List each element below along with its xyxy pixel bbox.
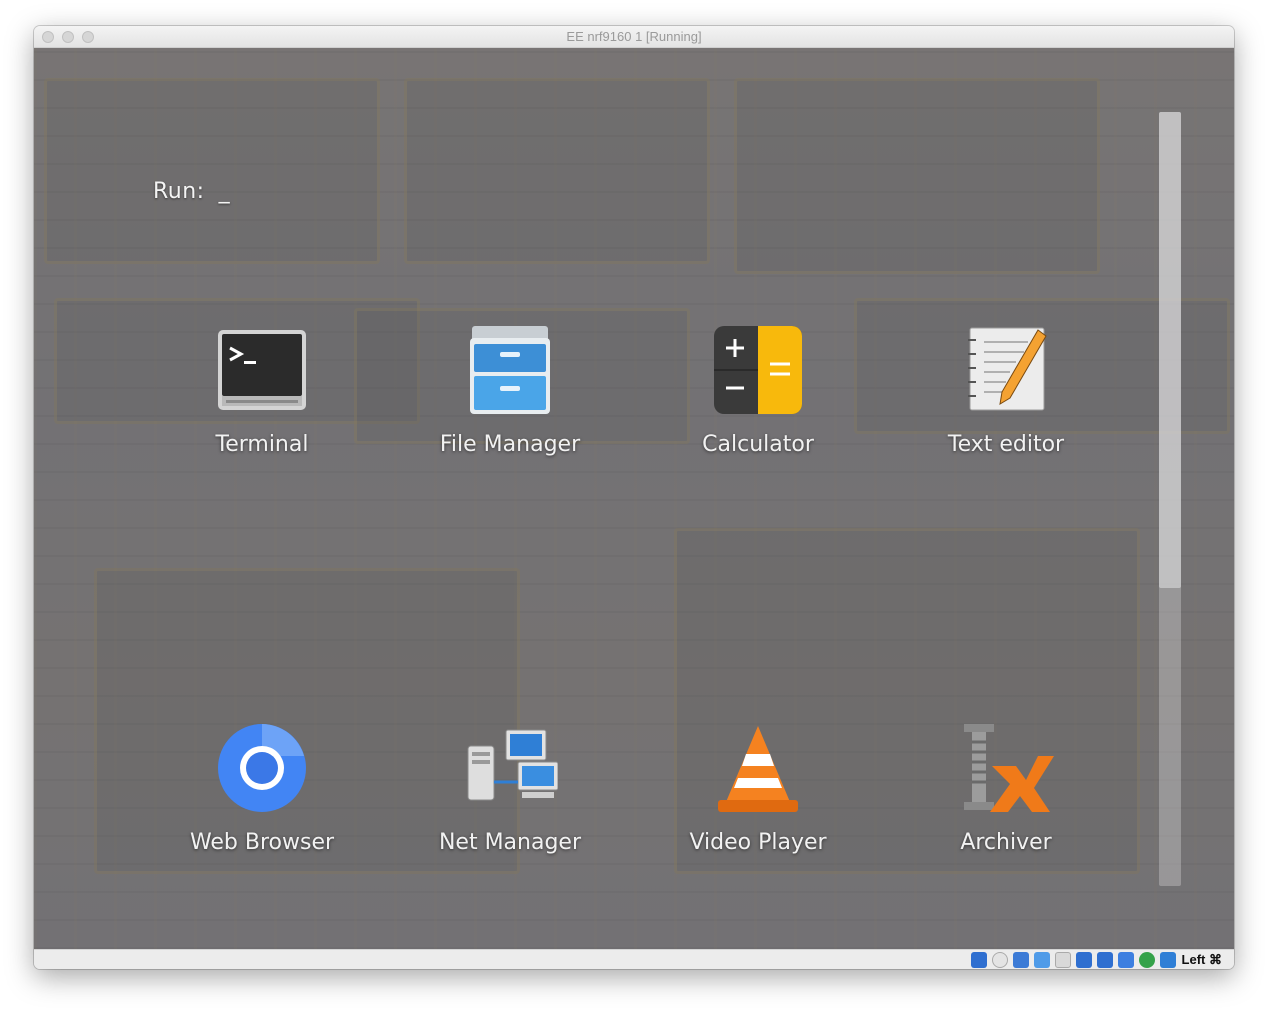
optical-drive-icon[interactable]: [992, 952, 1008, 968]
net-manager-icon: [462, 722, 559, 818]
video-capture-icon[interactable]: [1097, 952, 1113, 968]
archiver-icon: [958, 722, 1054, 818]
run-input[interactable]: _: [219, 179, 231, 204]
usb-icon[interactable]: [1034, 952, 1050, 968]
app-label: Video Player: [689, 830, 827, 855]
app-label: Terminal: [215, 432, 309, 457]
terminal-icon: [214, 324, 310, 420]
hard-disk-icon[interactable]: [971, 952, 987, 968]
app-label: Archiver: [960, 830, 1052, 855]
shared-folders-icon[interactable]: [1055, 952, 1071, 968]
status-indicators: [971, 952, 1176, 968]
scrollbar-thumb[interactable]: [1159, 112, 1181, 588]
file-manager-icon: [462, 324, 558, 420]
mouse-integration-icon[interactable]: [1160, 952, 1176, 968]
display-icon[interactable]: [1076, 952, 1092, 968]
app-label: Web Browser: [189, 830, 335, 855]
audio-icon[interactable]: [1013, 952, 1029, 968]
app-label: Calculator: [702, 432, 814, 457]
virtualbox-window: EE nrf9160 1 [Running] Run: _ Terminal F…: [34, 26, 1234, 969]
run-label: Run:: [153, 179, 205, 204]
network-icon[interactable]: [1139, 952, 1155, 968]
app-archiver[interactable]: Archiver: [906, 722, 1106, 872]
vm-status-bar: Left ⌘: [34, 949, 1234, 969]
launcher-scrollbar[interactable]: [1159, 112, 1181, 886]
web-browser-icon: [214, 722, 310, 818]
app-label: Net Manager: [438, 830, 582, 855]
host-key-label: Left ⌘: [1181, 952, 1222, 967]
calculator-icon: [710, 324, 806, 420]
app-terminal[interactable]: Terminal: [162, 324, 362, 474]
app-web-browser[interactable]: Web Browser: [162, 722, 362, 872]
app-file-manager[interactable]: File Manager: [410, 324, 610, 474]
window-title: EE nrf9160 1 [Running]: [566, 29, 702, 44]
app-net-manager[interactable]: Net Manager: [410, 722, 610, 872]
video-player-icon: [710, 722, 806, 818]
app-label: File Manager: [439, 432, 581, 457]
text-editor-icon: [958, 324, 1054, 420]
app-label: Text editor: [947, 432, 1065, 457]
app-calculator[interactable]: Calculator: [658, 324, 858, 474]
run-prompt[interactable]: Run: _: [153, 179, 230, 204]
vm-screen[interactable]: Run: _ Terminal File Manager Calculator …: [34, 48, 1234, 949]
app-text-editor[interactable]: Text editor: [906, 324, 1106, 474]
cpu-icon[interactable]: [1118, 952, 1134, 968]
title-bar[interactable]: EE nrf9160 1 [Running]: [34, 26, 1234, 48]
app-video-player[interactable]: Video Player: [658, 722, 858, 872]
